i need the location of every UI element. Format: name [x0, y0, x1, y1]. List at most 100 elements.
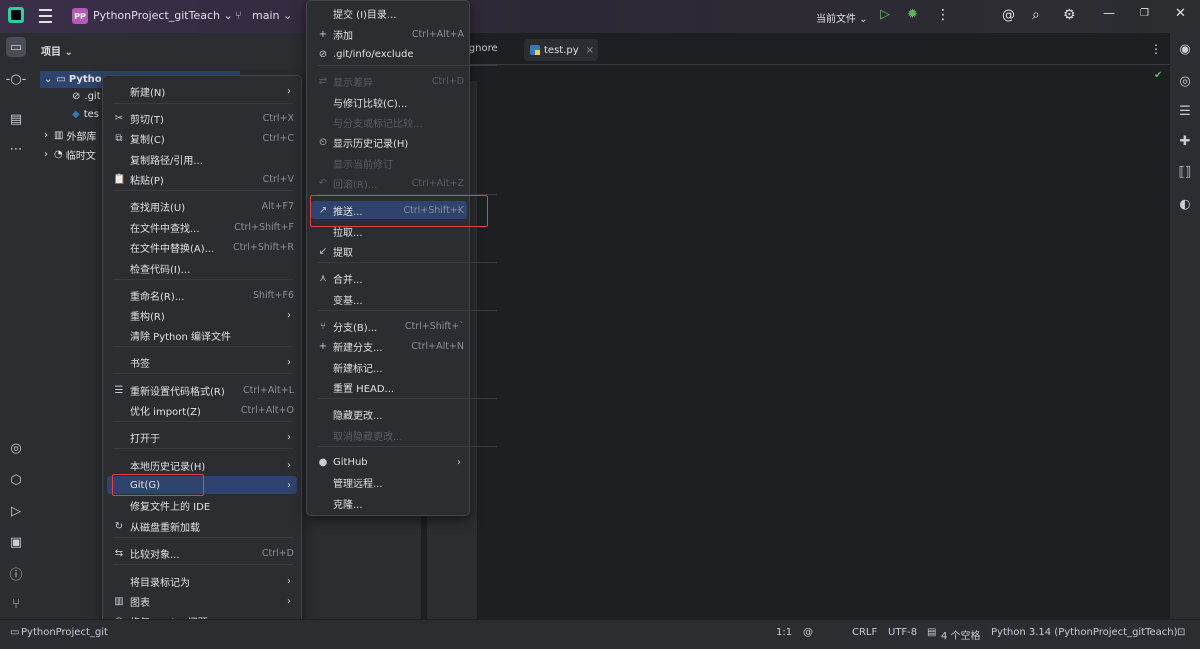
menu-item[interactable]: ↻ 从磁盘重新加载 [107, 517, 297, 535]
notifications-icon[interactable]: ◉ [1175, 39, 1195, 59]
run-icon[interactable]: ▷ [880, 7, 890, 22]
close-icon[interactable]: ✕ [1175, 6, 1186, 21]
menu-item-shortcut: Ctrl+Shift+` [404, 320, 464, 332]
menu-item[interactable]: ⋏ 合并... [311, 269, 467, 287]
project-badge[interactable]: PP [72, 8, 88, 24]
ai-chat-icon[interactable]: ◎ [1175, 71, 1195, 91]
menu-item[interactable]: ⊘ .git/info/exclude [311, 45, 467, 63]
menu-item[interactable]: 管理远程... [311, 473, 467, 491]
search-icon[interactable]: ⌕ [1032, 7, 1040, 23]
tree-item-scratches[interactable]: › ◔ 临时文 [44, 147, 96, 162]
line-ending[interactable]: CRLF [852, 627, 877, 638]
menu-item-label: 比较对象... [130, 549, 180, 561]
menu-item[interactable]: 隐藏更改... [311, 405, 467, 423]
python-interpreter[interactable]: Python 3.14 (PythonProject_gitTeach) [991, 627, 1178, 638]
structure-icon[interactable]: ▤ [6, 109, 26, 129]
menu-item[interactable]: 📋 粘贴(P) Ctrl+V [107, 170, 297, 188]
plugin-icon[interactable]: ✚ [1175, 131, 1195, 151]
menu-item[interactable]: 检查代码(I)... [107, 259, 297, 277]
packages-icon[interactable]: ⬡ [6, 470, 26, 490]
menu-item[interactable]: 新建标记... [311, 358, 467, 376]
menu-item[interactable]: ⧉ 复制(C) Ctrl+C [107, 129, 297, 147]
menu-item[interactable]: 提交 (I)目录... [311, 4, 467, 22]
project-switcher[interactable]: PythonProject_gitTeach ⌄ [93, 9, 233, 22]
menu-item[interactable]: ● GitHub › [311, 453, 467, 471]
menu-item[interactable]: 与修订比较(C)... [311, 93, 467, 111]
menu-item[interactable]: 重构(R) › [107, 306, 297, 324]
file-encoding[interactable]: UTF-8 [888, 627, 917, 638]
tabs-more-icon[interactable]: ⋮ [1150, 42, 1162, 56]
menu-item[interactable]: 克隆... [311, 494, 467, 512]
git-icon[interactable]: ⑂ [6, 594, 26, 614]
menu-item[interactable]: 在文件中查找... Ctrl+Shift+F [107, 218, 297, 236]
commit-icon[interactable]: -○- [6, 69, 27, 89]
menu-item[interactable]: 本地历史记录(H) › [107, 456, 297, 474]
terminal-icon[interactable]: ▣ [6, 532, 26, 552]
editor-tab-bar: ignore test.py × ⋮ [424, 33, 1170, 65]
menu-item[interactable]: ⏲ 显示历史记录(H) [311, 133, 467, 151]
tab-test-py[interactable]: test.py × [524, 39, 598, 61]
copilot-icon[interactable]: ◐ [1175, 194, 1195, 214]
menu-item[interactable]: 将目录标记为 › [107, 572, 297, 590]
lock-icon[interactable]: ⊡ [1177, 627, 1185, 638]
code-review-icon[interactable]: ⟦⟧ [1175, 162, 1195, 182]
python-console-icon[interactable]: ◎ [6, 438, 26, 458]
ai-status-icon[interactable]: @ [803, 627, 813, 638]
plus-icon: + [318, 340, 328, 352]
tree-item-external-libs[interactable]: › ▥ 外部库 [44, 128, 96, 143]
menu-item[interactable]: ☰ 重新设置代码格式(R) Ctrl+Alt+L [107, 381, 297, 399]
menu-item[interactable]: 修复文件上的 IDE [107, 496, 297, 514]
problems-icon[interactable]: ⓘ [6, 563, 26, 583]
inspection-ok-icon[interactable]: ✔ [1154, 70, 1162, 81]
folder-icon[interactable]: ▭ [6, 37, 26, 57]
menu-item[interactable]: 新建(N) › [107, 82, 297, 100]
menu-item[interactable]: 重置 HEAD... [311, 378, 467, 396]
more-tools-icon[interactable]: ⋯ [6, 139, 26, 159]
menu-item[interactable]: ▥ 图表 › [107, 592, 297, 610]
breadcrumb[interactable]: PythonProject_git [21, 627, 108, 638]
debug-icon[interactable]: ✹ [907, 7, 918, 22]
menu-item[interactable]: 查找用法(U) Alt+F7 [107, 197, 297, 215]
tree-item-gitignore[interactable]: ⊘ .git [72, 91, 101, 102]
menu-item-label: 新建(N) [130, 87, 166, 99]
branch-switcher[interactable]: main ⌄ [252, 9, 292, 22]
minimize-icon[interactable]: — [1103, 6, 1115, 20]
menu-item-shortcut: Alt+F7 [261, 200, 294, 212]
annotation-box-git [112, 474, 204, 496]
tree-item-test[interactable]: ◆ tes [72, 109, 99, 120]
menu-separator [113, 537, 293, 538]
caret-position[interactable]: 1:1 [776, 627, 792, 638]
menu-item[interactable]: 变基... [311, 290, 467, 308]
more-actions-icon[interactable]: ⋮ [936, 7, 950, 23]
menu-item[interactable]: ↙ 提取 [311, 242, 467, 260]
menu-item-label: 管理远程... [333, 478, 383, 490]
menu-item[interactable]: 清除 Python 编译文件 [107, 326, 297, 344]
ai-assistant-icon[interactable]: @ [1002, 8, 1015, 23]
menu-item[interactable]: 优化 import(Z) Ctrl+Alt+O [107, 401, 297, 419]
restore-icon[interactable]: ❐ [1140, 8, 1149, 19]
menu-item[interactable]: 在文件中替换(A)... Ctrl+Shift+R [107, 238, 297, 256]
services-icon[interactable]: ▷ [6, 501, 26, 521]
indent-setting[interactable]: 4 个空格 [941, 627, 981, 642]
tab-gitignore[interactable]: ignore [466, 43, 498, 54]
menu-item[interactable]: 打开于 › [107, 428, 297, 446]
chevron-right-icon: › [287, 309, 291, 321]
menu-item[interactable]: + 新建分支... Ctrl+Alt+N [311, 337, 467, 355]
database-icon[interactable]: ☰ [1175, 101, 1195, 121]
menu-item[interactable]: 书签 › [107, 353, 297, 371]
menu-item[interactable]: ⇆ 比较对象... Ctrl+D [107, 544, 297, 562]
menu-item-label: 图表 [130, 597, 150, 609]
run-config-selector[interactable]: 当前文件 ⌄ [816, 10, 868, 25]
gear-icon[interactable]: ⚙ [1063, 7, 1076, 23]
menu-separator [113, 564, 293, 565]
project-panel-title[interactable]: 项目 ⌄ [41, 43, 73, 58]
menu-item[interactable]: + 添加 Ctrl+Alt+A [311, 25, 467, 43]
menu-item-label: 重新设置代码格式(R) [130, 386, 225, 398]
menu-item[interactable]: ⑂ 分支(B)... Ctrl+Shift+` [311, 317, 467, 335]
chevron-right-icon: › [457, 456, 461, 468]
menu-item[interactable]: 复制路径/引用... [107, 150, 297, 168]
menu-item[interactable]: ✂ 剪切(T) Ctrl+X [107, 109, 297, 127]
main-menu-icon[interactable] [38, 9, 52, 23]
menu-item[interactable]: 重命名(R)... Shift+F6 [107, 286, 297, 304]
close-tab-icon[interactable]: × [586, 45, 594, 56]
